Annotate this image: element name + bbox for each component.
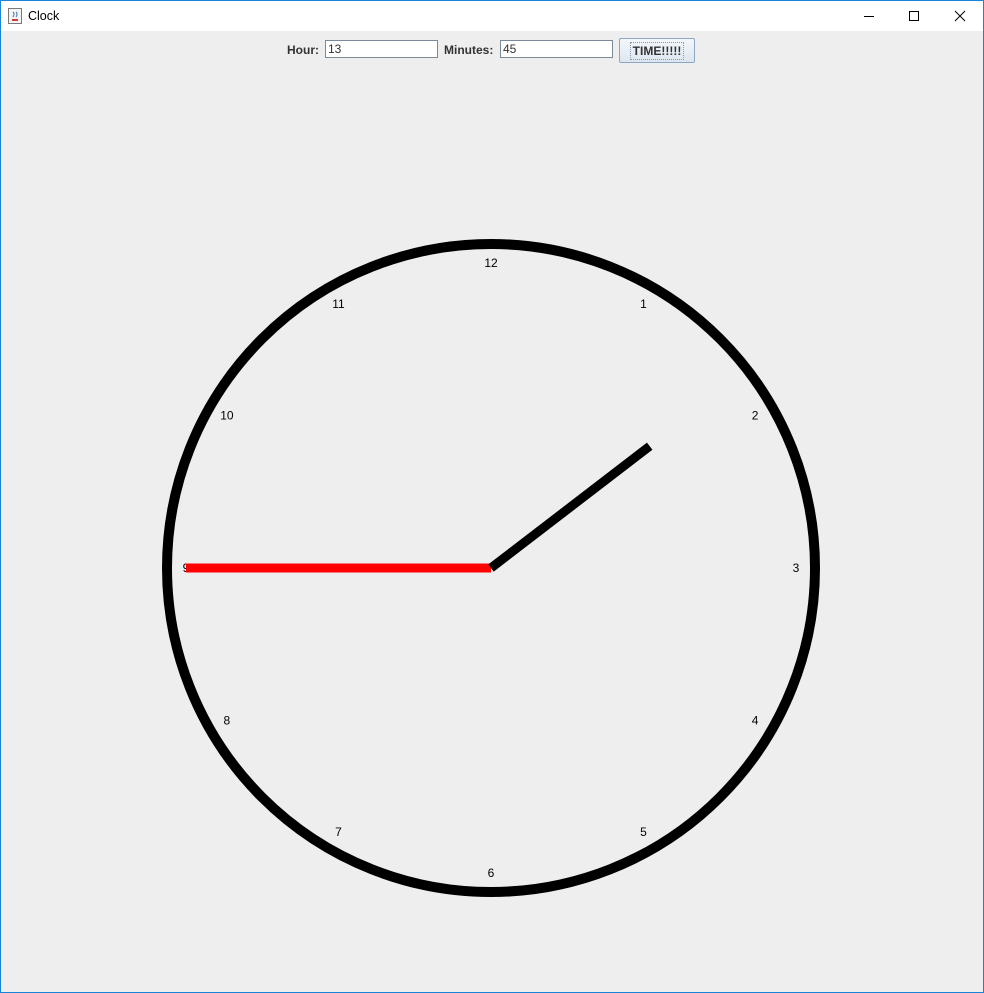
clock-number-7: 7 — [335, 825, 342, 839]
clock-window: Clock Hour: Minutes: TIME!!!!! 121 — [0, 0, 984, 993]
clock-number-6: 6 — [488, 866, 495, 880]
clock-number-10: 10 — [220, 409, 234, 423]
clock-number-3: 3 — [793, 561, 800, 575]
clock-number-8: 8 — [224, 714, 231, 728]
clock-number-5: 5 — [640, 825, 647, 839]
clock-number-1: 1 — [640, 297, 647, 311]
hour-hand — [488, 442, 653, 572]
clock-number-12: 12 — [484, 256, 498, 270]
clock-canvas: 121234567891011 — [162, 239, 820, 897]
clock-number-11: 11 — [332, 297, 345, 311]
clock-number-4: 4 — [752, 714, 759, 728]
clock-number-2: 2 — [752, 409, 759, 423]
